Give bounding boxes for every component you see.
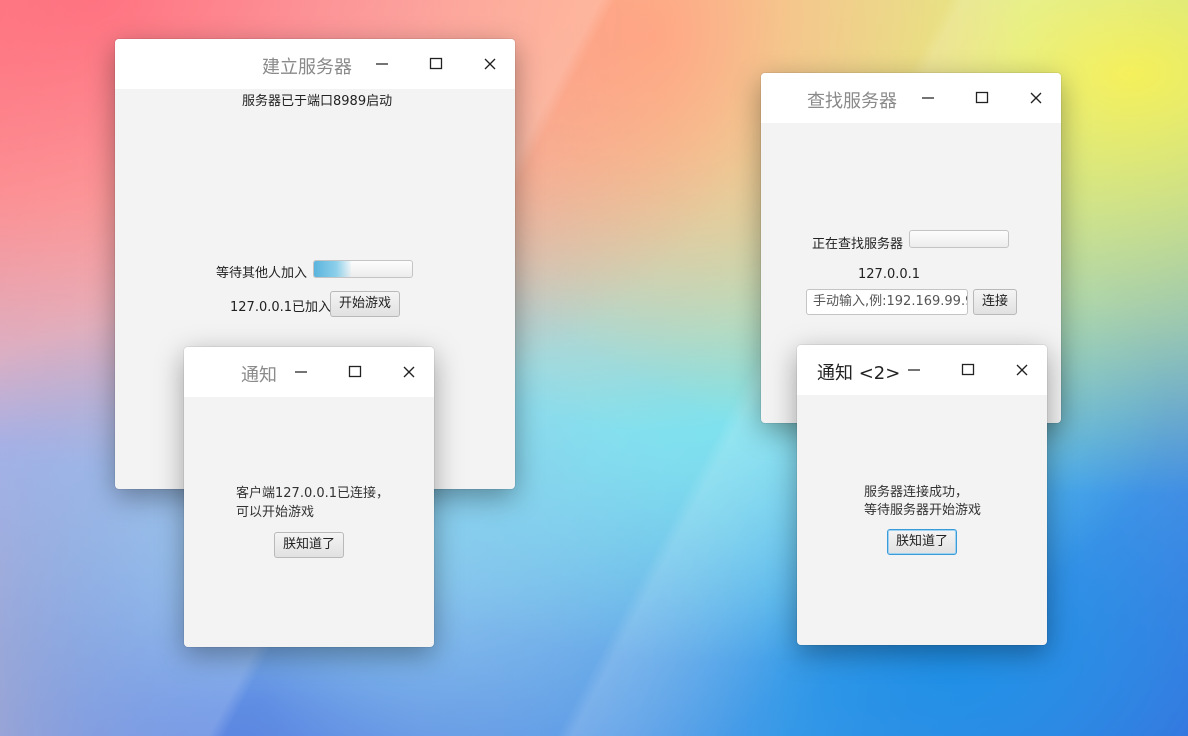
joined-client-label: 127.0.0.1已加入 xyxy=(230,300,332,315)
minimize-icon[interactable] xyxy=(292,363,310,381)
notice-window-1: 通知 客户端127.0.0.1已连接， 可以开始游戏 朕知道了 xyxy=(184,347,434,647)
found-server-ip[interactable]: 127.0.0.1 xyxy=(858,267,920,282)
notice2-ok-button[interactable]: 朕知道了 xyxy=(887,529,957,555)
server-window-titlebar[interactable]: 建立服务器 xyxy=(115,39,515,89)
maximize-icon[interactable] xyxy=(427,55,445,73)
ip-input-field[interactable]: 手动输入,例:192.169.99.9 xyxy=(806,289,968,315)
searching-label: 正在查找服务器 xyxy=(812,237,904,252)
notice2-title: 通知 <2> xyxy=(817,363,901,384)
notice2-message-line1: 服务器连接成功， xyxy=(864,485,969,500)
start-game-button[interactable]: 开始游戏 xyxy=(330,291,400,317)
notice1-message-line1: 客户端127.0.0.1已连接， xyxy=(236,486,390,501)
notice2-titlebar[interactable]: 通知 <2> xyxy=(797,345,1047,395)
notice1-titlebar[interactable]: 通知 xyxy=(184,347,434,397)
close-icon[interactable] xyxy=(1027,89,1045,107)
close-icon[interactable] xyxy=(481,55,499,73)
close-icon[interactable] xyxy=(400,363,418,381)
close-icon[interactable] xyxy=(1013,361,1031,379)
maximize-icon[interactable] xyxy=(973,89,991,107)
notice1-title: 通知 xyxy=(241,365,277,386)
notice2-message-line2: 等待服务器开始游戏 xyxy=(864,503,982,518)
minimize-icon[interactable] xyxy=(373,55,391,73)
minimize-icon[interactable] xyxy=(919,89,937,107)
minimize-icon[interactable] xyxy=(905,361,923,379)
maximize-icon[interactable] xyxy=(959,361,977,379)
waiting-label: 等待其他人加入 xyxy=(216,266,308,281)
waiting-progress-fill xyxy=(314,261,352,277)
server-window-title: 建立服务器 xyxy=(262,57,352,78)
notice1-message-line2: 可以开始游戏 xyxy=(236,505,315,520)
notice-window-2: 通知 <2> 服务器连接成功， 等待服务器开始游戏 朕知道了 xyxy=(797,345,1047,645)
notice1-ok-button[interactable]: 朕知道了 xyxy=(274,532,344,558)
find-window-titlebar[interactable]: 查找服务器 xyxy=(761,73,1061,123)
connect-button[interactable]: 连接 xyxy=(973,289,1017,315)
find-window-title: 查找服务器 xyxy=(807,91,897,112)
server-status-text: 服务器已于端口8989启动 xyxy=(242,94,393,109)
searching-progress-bar xyxy=(909,230,1009,248)
maximize-icon[interactable] xyxy=(346,363,364,381)
waiting-progress-bar xyxy=(313,260,413,278)
